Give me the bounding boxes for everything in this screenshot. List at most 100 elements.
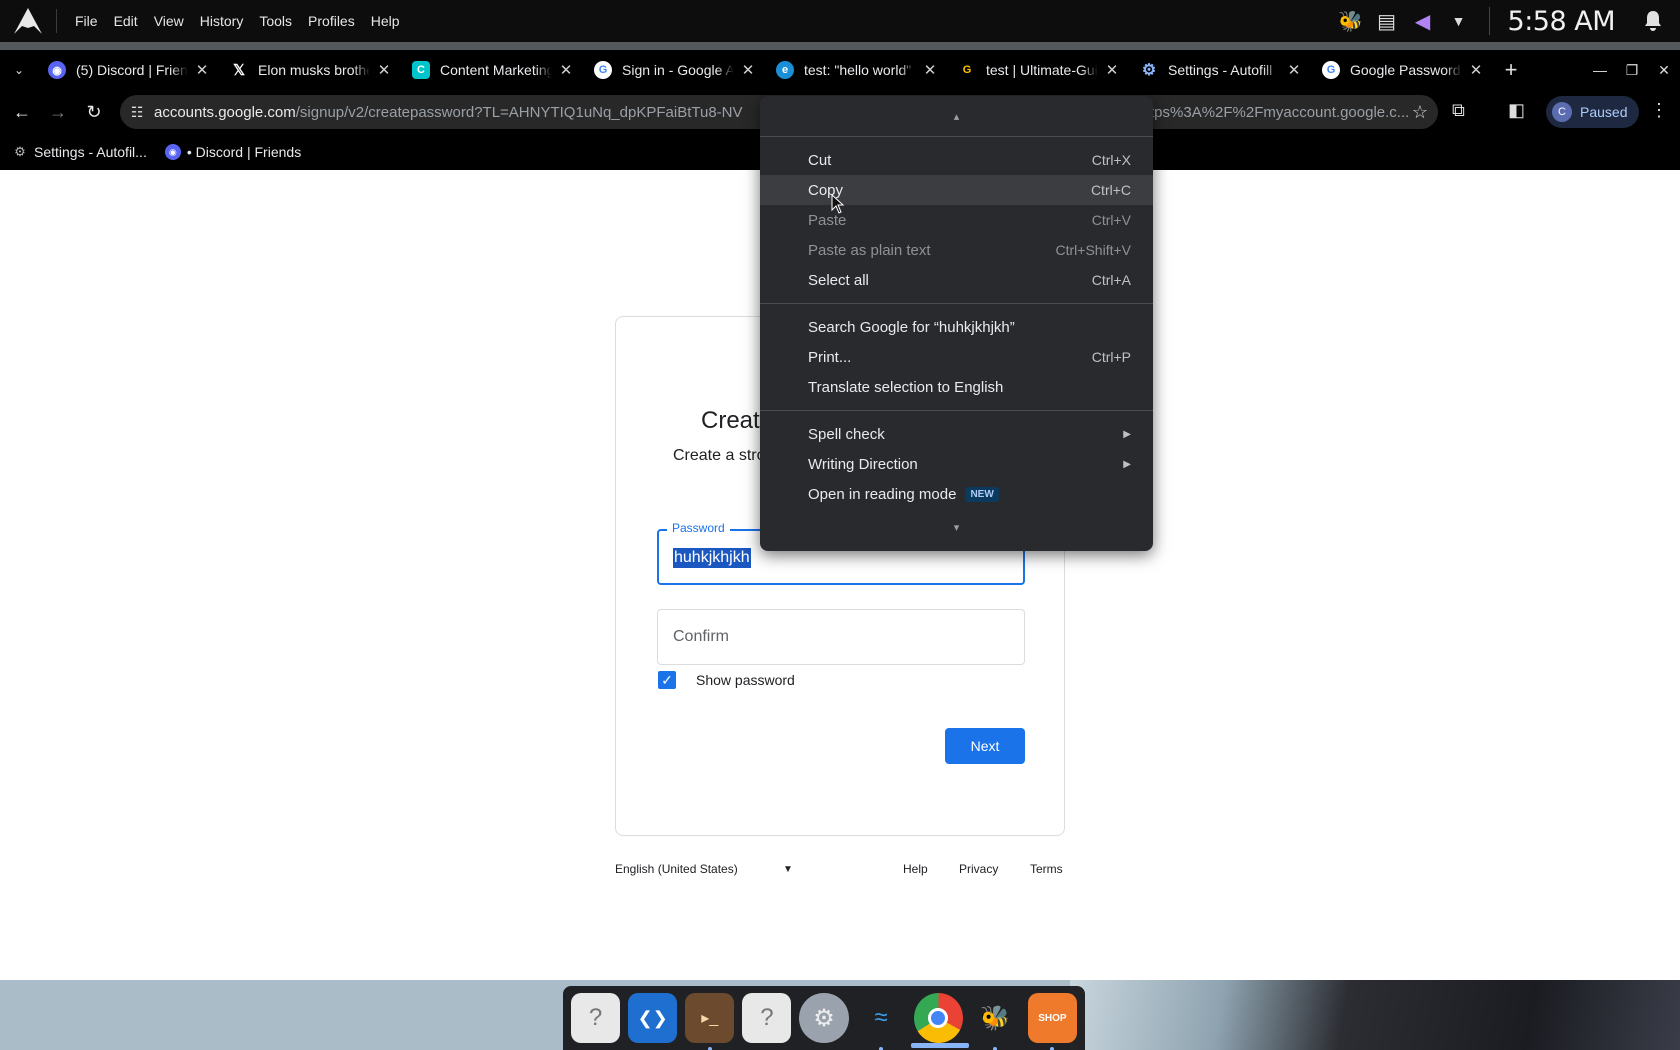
close-tab-icon[interactable]: ✕ [558, 61, 574, 79]
next-button[interactable]: Next [945, 728, 1025, 764]
tab-ultimate-guitar[interactable]: G test | Ultimate-Guitar ✕ [948, 50, 1130, 90]
google-icon: G [594, 61, 612, 79]
chevron-down-icon[interactable]: ▼ [1444, 6, 1474, 36]
volume-muted-icon[interactable]: ◀ [1408, 6, 1438, 36]
bell-icon[interactable] [1638, 6, 1668, 36]
unknown-app-icon[interactable]: ? [742, 993, 792, 1043]
menu-item-paste-plain[interactable]: Paste as plain text Ctrl+Shift+V [760, 235, 1153, 265]
system-settings-icon[interactable]: ⚙ [799, 993, 849, 1043]
close-tab-icon[interactable]: ✕ [740, 61, 756, 79]
language-select[interactable]: English (United States) [615, 862, 738, 876]
privacy-link[interactable]: Privacy [959, 862, 998, 876]
tab-google-signin[interactable]: G Sign in - Google Accounts ✕ [584, 50, 766, 90]
checkbox-checked-icon[interactable]: ✓ [658, 671, 676, 689]
clipboard-tray-icon[interactable]: ▤ [1372, 6, 1402, 36]
tab-google-password-manager[interactable]: G Google Password Manager ✕ [1312, 50, 1494, 90]
menu-item-translate[interactable]: Translate selection to English [760, 372, 1153, 402]
tab-discord[interactable]: ◉ (5) Discord | Friends ✕ [38, 50, 220, 90]
close-tab-icon[interactable]: ✕ [1104, 61, 1120, 79]
divider [760, 410, 1153, 411]
divider [760, 303, 1153, 304]
unknown-app-icon[interactable]: ? [571, 993, 621, 1043]
menu-item-search-google[interactable]: Search Google for “huhkjkhjkh” [760, 312, 1153, 342]
restore-icon[interactable]: ❐ [1616, 50, 1648, 90]
dropdown-caret-icon[interactable]: ▼ [783, 864, 793, 875]
menu-item-print[interactable]: Print... Ctrl+P [760, 342, 1153, 372]
dock: ? ❮❯ ▸_ ? ⚙ ≈ 🐝 SHOP [563, 986, 1085, 1050]
menu-view[interactable]: View [146, 0, 192, 42]
close-tab-icon[interactable]: ✕ [1286, 61, 1302, 79]
close-window-icon[interactable]: ✕ [1648, 50, 1680, 90]
menu-item-paste[interactable]: Paste Ctrl+V [760, 205, 1153, 235]
close-tab-icon[interactable]: ✕ [194, 61, 210, 79]
tab-test-hello-world[interactable]: e test: "hello world" ✕ [766, 50, 948, 90]
menu-item-copy[interactable]: Copy Ctrl+C [760, 175, 1153, 205]
menu-help[interactable]: Help [363, 0, 408, 42]
bookmark-star-icon[interactable]: ☆ [1412, 102, 1428, 123]
close-tab-icon[interactable]: ✕ [922, 61, 938, 79]
bookmark-label: • Discord | Friends [186, 144, 302, 160]
menu-item-label: Translate selection to English [808, 378, 1004, 396]
menu-item-label: Open in reading mode NEW [808, 486, 1131, 503]
menu-item-cut[interactable]: Cut Ctrl+X [760, 145, 1153, 175]
discord-icon: ◉ [164, 144, 181, 160]
confirm-password-input[interactable]: Confirm [657, 609, 1025, 665]
close-tab-icon[interactable]: ✕ [1468, 61, 1484, 79]
tab-settings-autofill[interactable]: ⚙ Settings - Autofill ✕ [1130, 50, 1312, 90]
vscode-icon[interactable]: ❮❯ [628, 993, 678, 1043]
reload-icon[interactable]: ↻ [76, 94, 112, 130]
menu-item-shortcut: Ctrl+Shift+V [1055, 242, 1131, 258]
menu-history[interactable]: History [192, 0, 252, 42]
tab-search-chevron-icon[interactable]: ⌄ [0, 50, 38, 90]
menu-profiles[interactable]: Profiles [300, 0, 363, 42]
help-link[interactable]: Help [903, 862, 928, 876]
back-arrow-icon[interactable]: ← [4, 94, 40, 130]
shop-icon[interactable]: SHOP [1027, 993, 1077, 1050]
desktop-wallpaper: ? ❮❯ ▸_ ? ⚙ ≈ 🐝 SHOP [0, 980, 1680, 1050]
menu-file[interactable]: File [67, 0, 106, 42]
tab-x[interactable]: 𝕏 Elon musks brother ✕ [220, 50, 402, 90]
bookmark-settings-autofill[interactable]: ⚙ Settings - Autofil... [12, 144, 147, 160]
terminal-icon[interactable]: ▸_ [685, 993, 735, 1050]
dolphin-icon[interactable]: ≈ [857, 993, 906, 1050]
chrome-icon[interactable] [913, 993, 963, 1043]
bee-tray-icon[interactable]: 🐝 [1336, 6, 1366, 36]
show-password-label[interactable]: Show password [696, 672, 795, 688]
canva-icon: C [412, 61, 430, 79]
arch-logo-icon[interactable] [0, 0, 56, 42]
wallpaper-art [1070, 980, 1680, 1050]
os-menu-bar: File Edit View History Tools Profiles He… [0, 0, 1680, 42]
show-password-toggle[interactable]: ✓ Show password [658, 671, 795, 689]
profile-button[interactable]: C Paused [1546, 96, 1640, 128]
extensions-puzzle-icon[interactable]: ⧉ [1452, 100, 1465, 121]
bookmark-discord[interactable]: ◉ • Discord | Friends [164, 144, 302, 160]
menu-tools[interactable]: Tools [251, 0, 300, 42]
site-info-tune-icon[interactable]: ☷ [120, 95, 154, 129]
password-value-selected[interactable]: huhkjkhjkh [673, 548, 751, 568]
tab-canva[interactable]: C Content Marketing ✕ [402, 50, 584, 90]
tab-strip: ⌄ ◉ (5) Discord | Friends ✕ 𝕏 Elon musks… [0, 50, 1680, 90]
close-tab-icon[interactable]: ✕ [376, 61, 392, 79]
url-text[interactable]: accounts.google.com/signup/v2/createpass… [154, 104, 784, 121]
scroll-down-icon[interactable]: ▾ [760, 507, 1153, 547]
side-panel-icon[interactable]: ◧ [1508, 100, 1525, 121]
bee-icon[interactable]: 🐝 [971, 993, 1020, 1050]
menu-item-shortcut: Ctrl+A [1091, 272, 1131, 288]
new-tab-plus-icon[interactable]: + [1494, 50, 1528, 90]
menu-item-writing-direction[interactable]: Writing Direction ▶ [760, 449, 1153, 479]
edge-icon: e [776, 61, 794, 79]
menu-item-spell-check[interactable]: Spell check ▶ [760, 419, 1153, 449]
clock[interactable]: 5:58 AM [1508, 6, 1616, 37]
divider [760, 136, 1153, 137]
menu-edit[interactable]: Edit [106, 0, 146, 42]
menu-item-select-all[interactable]: Select all Ctrl+A [760, 265, 1153, 295]
forward-arrow-icon[interactable]: → [40, 94, 76, 130]
menu-item-reading-mode[interactable]: Open in reading mode NEW [760, 479, 1153, 509]
confirm-placeholder: Confirm [673, 628, 730, 645]
menu-item-label: Copy [808, 181, 844, 199]
kebab-menu-icon[interactable]: ⋮ [1650, 100, 1668, 121]
scroll-up-icon[interactable]: ▴ [760, 96, 1153, 136]
divider [1488, 7, 1490, 35]
terms-link[interactable]: Terms [1030, 862, 1063, 876]
minimize-icon[interactable]: — [1584, 50, 1616, 90]
